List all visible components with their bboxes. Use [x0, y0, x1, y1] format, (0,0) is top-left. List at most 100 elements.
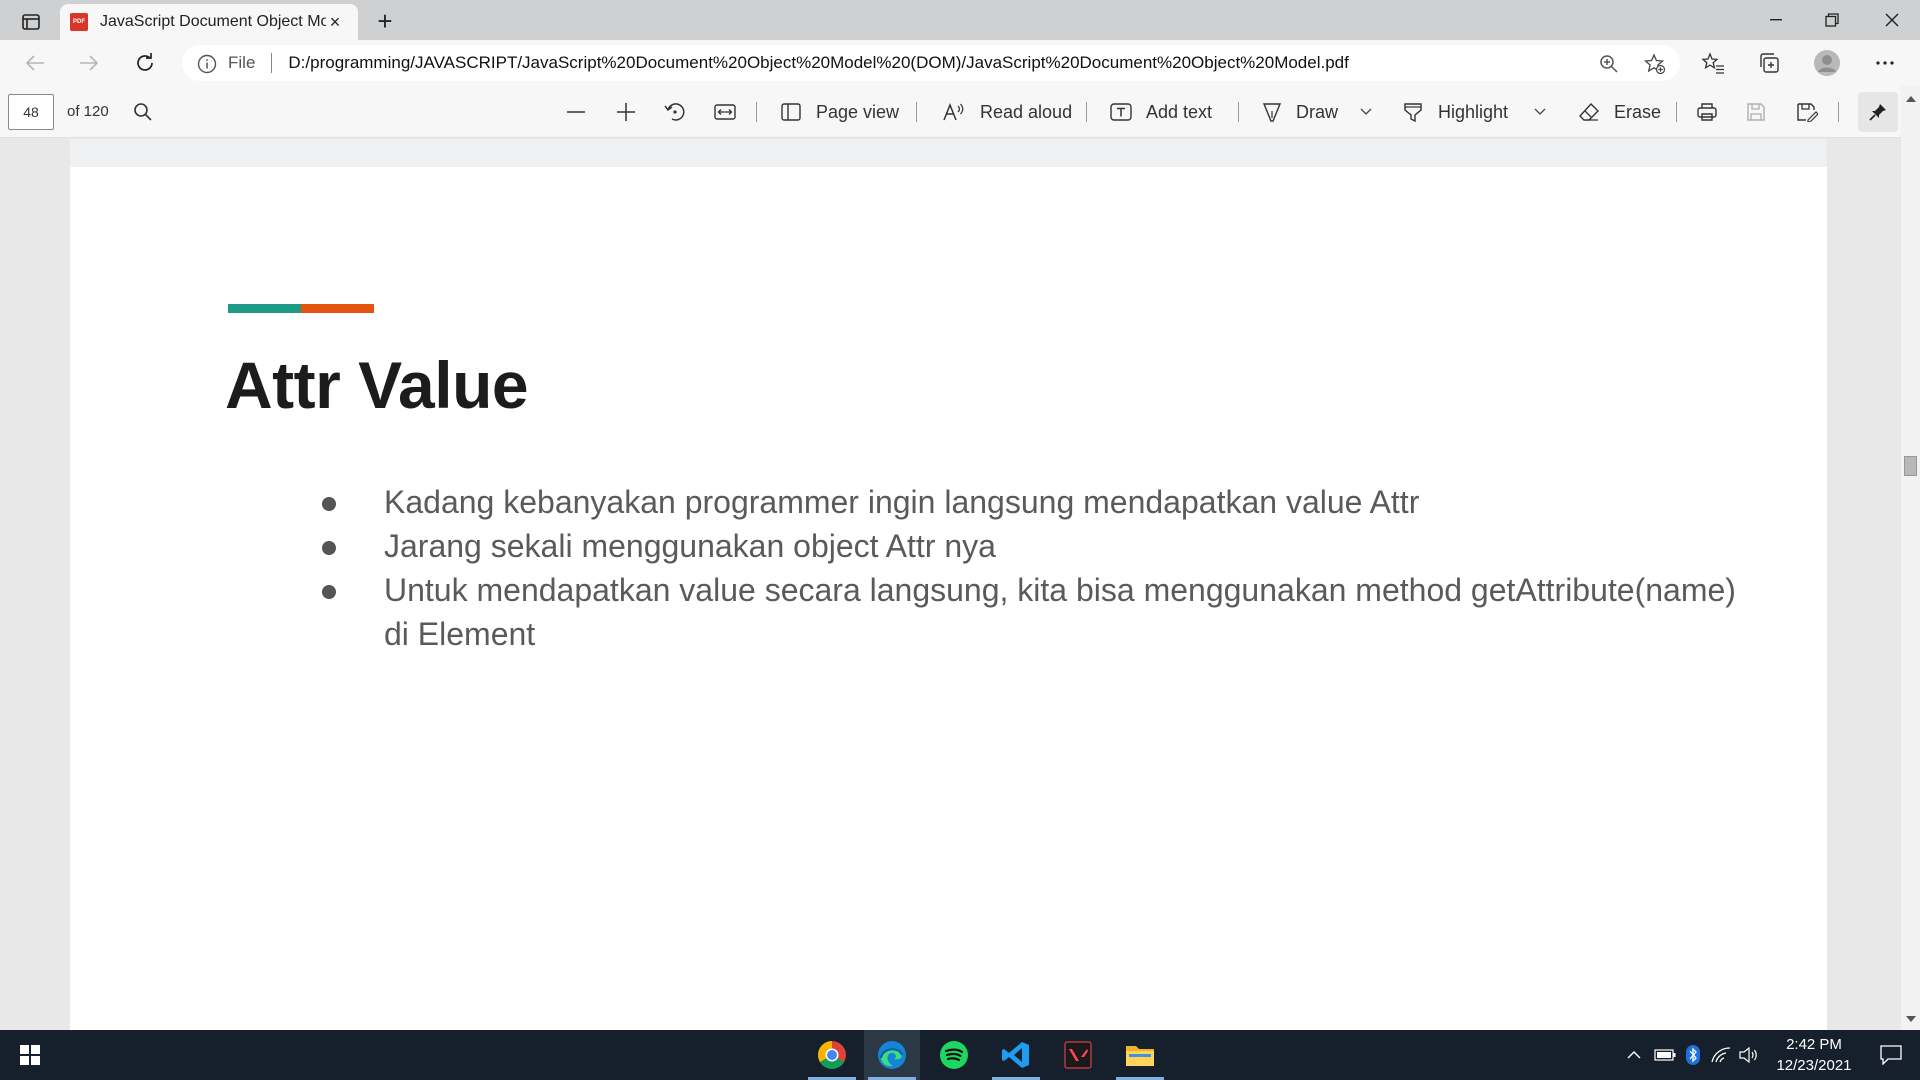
- taskbar-edge[interactable]: [864, 1030, 920, 1080]
- print-button[interactable]: [1696, 98, 1732, 126]
- info-icon[interactable]: [196, 53, 218, 75]
- pdf-toolbar: 48 of 120 Page view Read aloud Add text …: [0, 86, 1920, 138]
- minus-icon: [567, 111, 585, 113]
- erase-button[interactable]: Erase: [1578, 98, 1661, 126]
- bullet-dot: [322, 585, 336, 599]
- tab-close-button[interactable]: ×: [324, 11, 346, 33]
- zoom-icon[interactable]: [1598, 53, 1620, 75]
- highlight-label: Highlight: [1438, 101, 1509, 122]
- bluetooth-indicator[interactable]: [1682, 1030, 1704, 1080]
- refresh-button[interactable]: [128, 46, 162, 80]
- bullet-text: Jarang sekali menggunakan object Attr ny…: [384, 528, 996, 564]
- address-separator: [271, 53, 273, 73]
- new-tab-button[interactable]: +: [370, 6, 400, 36]
- battery-icon: [1654, 1049, 1676, 1061]
- pdf-document-area[interactable]: Attr Value Kadang kebanyakan programmer …: [0, 139, 1901, 1030]
- fit-width-icon: [714, 104, 736, 120]
- volume-indicator[interactable]: [1736, 1030, 1762, 1080]
- forward-button[interactable]: [72, 46, 106, 80]
- pin-toolbar-button[interactable]: [1858, 92, 1898, 132]
- read-aloud-button[interactable]: Read aloud: [942, 98, 1072, 126]
- taskbar-chrome[interactable]: [804, 1030, 860, 1080]
- page-count: of 120: [67, 103, 109, 120]
- clock-time: 2:42 PM: [1786, 1036, 1842, 1053]
- address-url[interactable]: D:/programming/JAVASCRIPT/JavaScript%20D…: [288, 53, 1348, 73]
- scroll-up-arrow-icon[interactable]: [1906, 96, 1916, 102]
- spotify-icon: [940, 1041, 968, 1069]
- settings-menu-button[interactable]: [1868, 46, 1902, 80]
- forward-arrow-icon: [80, 55, 99, 71]
- address-bar-row: File D:/programming/JAVASCRIPT/JavaScrip…: [0, 40, 1920, 86]
- close-window-button[interactable]: [1864, 0, 1920, 40]
- tab-actions-button[interactable]: [14, 8, 48, 36]
- fit-width-button[interactable]: [714, 98, 750, 126]
- address-bar[interactable]: File D:/programming/JAVASCRIPT/JavaScrip…: [182, 45, 1680, 81]
- windows-logo-icon: [20, 1045, 40, 1065]
- highlight-button[interactable]: Highlight: [1402, 98, 1508, 126]
- chevron-up-icon: [1627, 1051, 1641, 1059]
- scroll-down-arrow-icon[interactable]: [1906, 1016, 1916, 1022]
- zoom-out-button[interactable]: [566, 98, 600, 126]
- windows-taskbar: 2:42 PM 12/23/2021: [0, 1030, 1920, 1080]
- notifications-button[interactable]: [1866, 1030, 1916, 1080]
- restore-icon: [1825, 13, 1839, 27]
- scrollbar-thumb[interactable]: [1904, 456, 1917, 476]
- pdf-file-icon: PDF: [70, 13, 88, 31]
- search-button[interactable]: [133, 98, 167, 126]
- show-hidden-icons-button[interactable]: [1622, 1030, 1646, 1080]
- speaker-icon: [1739, 1047, 1757, 1063]
- start-button[interactable]: [0, 1030, 60, 1080]
- read-aloud-label: Read aloud: [980, 101, 1073, 122]
- bullet-dot: [322, 497, 336, 511]
- rotate-button[interactable]: [664, 98, 700, 126]
- save-button[interactable]: [1746, 98, 1780, 126]
- taskbar-spotify[interactable]: [926, 1030, 982, 1080]
- draw-button[interactable]: Draw: [1262, 98, 1338, 126]
- network-indicator[interactable]: [1708, 1030, 1734, 1080]
- zoom-in-button[interactable]: [616, 98, 650, 126]
- bullet-text: Untuk mendapatkan value secara langsung,…: [384, 572, 1736, 652]
- profile-button[interactable]: [1810, 46, 1844, 80]
- page-view-button[interactable]: Page view: [780, 98, 899, 126]
- printer-icon: [1697, 103, 1717, 121]
- taskbar-vscode[interactable]: [988, 1030, 1044, 1080]
- draw-options-dropdown[interactable]: [1360, 98, 1386, 126]
- browser-title-bar: PDF JavaScript Document Object Model.pdf…: [0, 0, 1920, 40]
- bullet-dot: [322, 541, 336, 555]
- highlight-options-dropdown[interactable]: [1534, 98, 1560, 126]
- favorites-icon: [1701, 52, 1724, 74]
- page-view-icon: [781, 103, 801, 121]
- text-box-icon: [1110, 103, 1132, 121]
- toolbar-divider: [1676, 102, 1677, 122]
- previous-page-edge: [70, 139, 1827, 167]
- battery-indicator[interactable]: [1652, 1030, 1678, 1080]
- taskbar-valorant[interactable]: [1050, 1030, 1106, 1080]
- toolbar-divider: [1086, 102, 1087, 122]
- bullet-item: Jarang sekali menggunakan object Attr ny…: [250, 524, 1740, 568]
- restore-button[interactable]: [1804, 0, 1860, 40]
- favorites-button[interactable]: [1696, 46, 1730, 80]
- browser-tab-active[interactable]: PDF JavaScript Document Object Model.pdf…: [60, 4, 358, 40]
- collections-button[interactable]: [1752, 46, 1786, 80]
- page-number-input[interactable]: 48: [8, 94, 54, 130]
- add-text-button[interactable]: Add text: [1110, 98, 1212, 126]
- bullet-item: Kadang kebanyakan programmer ingin langs…: [250, 480, 1740, 524]
- vscode-icon: [1002, 1042, 1029, 1068]
- save-as-button[interactable]: [1796, 98, 1832, 126]
- toolbar-divider: [1238, 102, 1239, 122]
- taskbar-file-explorer[interactable]: [1112, 1030, 1168, 1080]
- close-icon: [1885, 13, 1899, 27]
- wifi-icon: [1711, 1047, 1731, 1063]
- add-text-label: Add text: [1146, 101, 1213, 122]
- add-favorite-icon[interactable]: [1644, 53, 1666, 75]
- bullet-text: Kadang kebanyakan programmer ingin langs…: [384, 484, 1420, 520]
- minimize-icon: [1770, 19, 1782, 21]
- toolbar-divider: [1838, 102, 1839, 122]
- minimize-button[interactable]: [1748, 0, 1804, 40]
- tab-title: JavaScript Document Object Model.pdf: [100, 13, 326, 30]
- vertical-scrollbar[interactable]: [1901, 86, 1920, 1030]
- highlighter-icon: [1404, 103, 1422, 123]
- bluetooth-icon: [1686, 1045, 1700, 1065]
- back-button[interactable]: [18, 46, 52, 80]
- taskbar-clock[interactable]: 2:42 PM 12/23/2021: [1766, 1034, 1862, 1076]
